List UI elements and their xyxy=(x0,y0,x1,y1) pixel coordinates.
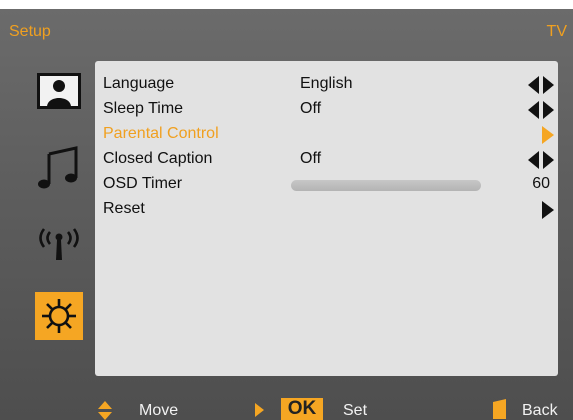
menu-label: Closed Caption xyxy=(103,150,213,167)
back-hint-label: Back xyxy=(522,402,558,419)
gear-icon xyxy=(42,299,76,333)
osd-window: Setup TV Language English Sleep Time Off… xyxy=(0,9,573,420)
sidebar-item-setup[interactable] xyxy=(35,292,83,340)
menu-row-reset[interactable]: Reset xyxy=(95,197,558,222)
menu-label: Parental Control xyxy=(103,125,219,142)
menu-row-closed-caption[interactable]: Closed Caption Off xyxy=(95,147,558,172)
menu-label: OSD Timer xyxy=(103,175,183,192)
ok-key-icon: OK xyxy=(281,398,323,420)
sidebar-item-sound[interactable] xyxy=(35,143,83,191)
sidebar-item-picture[interactable] xyxy=(35,67,83,115)
title-bar: Setup TV xyxy=(0,9,573,59)
menu-value: Off xyxy=(300,150,322,167)
set-hint-label: Set xyxy=(343,402,368,419)
move-hint-label: Move xyxy=(139,402,179,419)
menu-title: Setup xyxy=(9,23,51,40)
up-down-arrow-icon xyxy=(98,401,112,420)
menu-value: Off xyxy=(300,100,322,117)
menu-label: Language xyxy=(103,75,175,92)
settings-panel: Language English Sleep Time Off Parental… xyxy=(95,61,558,376)
menu-label: Sleep Time xyxy=(103,100,184,117)
menu-row-sleep-time[interactable]: Sleep Time Off xyxy=(95,97,558,122)
menu-row-osd-timer[interactable]: OSD Timer 60 xyxy=(95,172,558,197)
picture-icon xyxy=(37,73,81,109)
menu-row-language[interactable]: Language English xyxy=(95,72,558,97)
left-right-arrows-icon[interactable] xyxy=(528,151,554,169)
source-label: TV xyxy=(546,23,567,40)
right-arrow-icon[interactable] xyxy=(542,126,554,144)
left-right-arrows-icon[interactable] xyxy=(528,76,554,94)
right-arrow-icon[interactable] xyxy=(542,201,554,219)
osd-timer-value: 60 xyxy=(532,175,550,192)
menu-row-parental-control[interactable]: Parental Control xyxy=(95,122,558,147)
back-icon xyxy=(493,399,506,419)
menu-label: Reset xyxy=(103,200,145,217)
menu-value: English xyxy=(300,75,353,92)
right-arrow-icon xyxy=(255,403,264,417)
music-note-icon xyxy=(38,146,78,189)
sidebar-item-channel[interactable] xyxy=(35,217,83,265)
left-right-arrows-icon[interactable] xyxy=(528,101,554,119)
antenna-icon xyxy=(39,228,79,260)
osd-timer-slider[interactable] xyxy=(291,180,481,191)
